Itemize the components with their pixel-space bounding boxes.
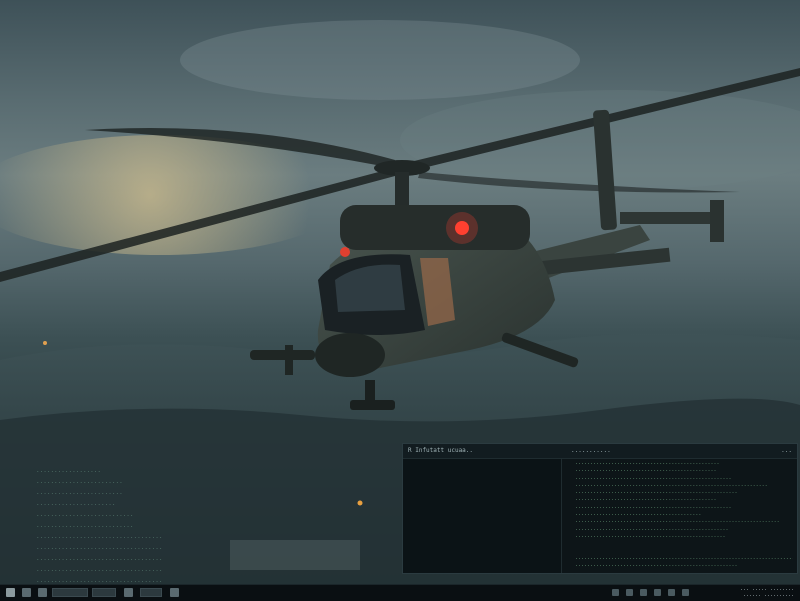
terminal-line: ........................................… (565, 475, 793, 482)
terminal-line-text: ........................................… (575, 518, 780, 525)
terminal-title: R Infutatt ucuaa.. (408, 447, 474, 454)
taskbar-task-button[interactable] (140, 588, 162, 597)
terminal-line: ........................................… (565, 467, 793, 474)
folder-icon[interactable] (38, 588, 47, 597)
clock-date: ...... .......... (742, 592, 794, 598)
terminal-side-pane (403, 459, 562, 573)
desktop-list-item[interactable]: ................................... (36, 532, 176, 542)
desktop-icon-list: .................. .....................… (36, 466, 176, 584)
terminal-line-text: ........................................… (575, 511, 702, 518)
terminal-window[interactable]: R Infutatt ucuaa.. ........... ... .....… (402, 443, 798, 574)
terminal-window-controls[interactable]: ... (781, 446, 792, 456)
desktop-list-item[interactable]: ........................... (36, 521, 176, 531)
terminal-line: ........................................… (565, 496, 793, 503)
file-manager-icon[interactable] (22, 588, 31, 597)
terminal-line-text: ........................................… (575, 554, 793, 561)
terminal-app-icon[interactable] (124, 588, 133, 597)
terminal-tab-label[interactable]: ........... (571, 446, 611, 456)
desktop-list-item[interactable]: ........................... (36, 510, 176, 520)
terminal-line: ........................................… (565, 562, 793, 569)
terminal-output[interactable]: ........................................… (565, 460, 793, 572)
browser-icon[interactable] (170, 588, 179, 597)
settings-icon[interactable] (682, 589, 689, 596)
terminal-line-text: ........................................… (575, 496, 717, 503)
network-icon[interactable] (612, 589, 619, 596)
system-clock[interactable]: ... ..... ........ ...... .......... (714, 586, 794, 598)
desktop-list-item[interactable]: ........................ (36, 477, 176, 487)
taskbar-task-button[interactable] (92, 588, 116, 597)
bluetooth-icon[interactable] (654, 589, 661, 596)
desktop-list-item[interactable]: ................................... (36, 554, 176, 564)
start-menu-icon[interactable] (6, 588, 15, 597)
taskbar: ... ..... ........ ...... .......... (0, 584, 800, 601)
terminal-line: ........................................… (565, 460, 793, 467)
terminal-titlebar[interactable]: R Infutatt ucuaa.. ........... ... (403, 444, 797, 459)
terminal-line-text: ........................................… (575, 460, 720, 466)
desktop-list-item[interactable]: ........................ (36, 488, 176, 498)
terminal-line: ........................................… (565, 533, 793, 540)
terminal-line: ........................................… (565, 482, 793, 489)
terminal-line: ........................................… (565, 511, 793, 518)
desktop-list-item[interactable]: ................................... (36, 543, 176, 553)
volume-icon[interactable] (626, 589, 633, 596)
notification-icon[interactable] (668, 589, 675, 596)
terminal-line: ........................................… (565, 504, 793, 511)
terminal-line: ........................................… (565, 489, 793, 496)
terminal-line: ........................................… (565, 526, 793, 533)
terminal-line: ........................................… (565, 555, 793, 562)
taskbar-task-button[interactable] (52, 588, 88, 597)
terminal-line-text: ........................................… (575, 525, 729, 532)
terminal-line-text: ........................................… (575, 503, 732, 510)
terminal-line-text: ........................................… (575, 532, 726, 539)
desktop-list-item[interactable]: .................. (36, 466, 176, 476)
terminal-line-text: ........................................… (575, 474, 732, 481)
desktop-list-item[interactable]: ................................... (36, 565, 176, 575)
desktop-list-item[interactable]: ...................... (36, 499, 176, 509)
terminal-line: ........................................… (565, 518, 793, 525)
terminal-line-text: ........................................… (575, 481, 768, 488)
terminal-line-text: ........................................… (575, 467, 717, 474)
terminal-line-text: ........................................… (575, 489, 738, 496)
battery-icon[interactable] (640, 589, 647, 596)
terminal-line-text: ........................................… (575, 562, 738, 569)
desktop-list-item[interactable]: ................................... (36, 576, 176, 584)
